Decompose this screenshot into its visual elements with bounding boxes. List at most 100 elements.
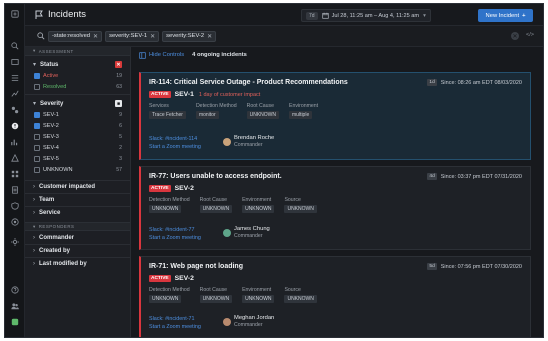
metrics-icon[interactable] <box>10 138 20 146</box>
option-count: 63 <box>116 83 122 90</box>
since-text: Since: 08:26 am EDT 08/03/2020 <box>440 79 522 86</box>
commander-name[interactable]: Meghan Jordan <box>234 315 274 322</box>
incident-card[interactable]: IR-77: Users unable to access endpoint. … <box>139 166 531 250</box>
option-label: SEV-5 <box>43 155 59 162</box>
severity-option-sev3[interactable]: SEV-3 5 <box>33 131 122 142</box>
team-facet[interactable]: › Team <box>25 193 130 206</box>
field: Detection Method UNKNOWN <box>149 287 190 303</box>
commander-role: Commander <box>234 233 263 239</box>
assessment-header[interactable]: ▾ ASSESSMENT <box>25 47 130 56</box>
facet-label: Commander <box>39 234 75 241</box>
commander-facet[interactable]: › Commander <box>25 231 130 244</box>
list-icon[interactable] <box>10 74 20 82</box>
query-chip[interactable]: -state:resolved ✕ <box>48 30 103 42</box>
team-icon[interactable] <box>10 302 20 310</box>
status-option-active[interactable]: Active 19 <box>33 70 122 81</box>
user-avatar-icon[interactable] <box>10 318 20 326</box>
slack-channel-link[interactable]: Slack: #incident-114 <box>149 135 201 143</box>
security-icon[interactable] <box>10 202 20 210</box>
incident-card[interactable]: IR-71: Web page not loading 5d Since: 07:… <box>139 256 531 337</box>
field-value[interactable]: UNKNOWN <box>246 111 279 119</box>
checkbox[interactable] <box>34 83 40 90</box>
new-incident-button[interactable]: New Incident + <box>478 9 533 22</box>
checkbox[interactable] <box>34 72 40 79</box>
incident-fields: Detection Method UNKNOWN Root Cause UNKNOW… <box>149 197 327 213</box>
app-logo-icon[interactable] <box>10 10 20 18</box>
status-facet-title[interactable]: ▾ Status ✕ <box>33 59 122 70</box>
infrastructure-icon[interactable] <box>10 170 20 178</box>
field-value[interactable]: UNKNOWN <box>284 205 317 213</box>
field: Services Trace Fetcher <box>149 103 186 119</box>
avatar <box>223 138 231 146</box>
facet-label: Last modified by <box>39 261 87 267</box>
chip-close-icon[interactable]: ✕ <box>93 33 98 40</box>
severity-option-sev5[interactable]: SEV-5 3 <box>33 153 122 164</box>
settings-icon[interactable] <box>10 238 20 246</box>
field-value[interactable]: multiple <box>289 111 313 119</box>
field-label: Environment <box>242 197 272 203</box>
field-value[interactable]: UNKNOWN <box>284 295 317 303</box>
field-value[interactable]: UNKNOWN <box>199 205 233 213</box>
apm-icon[interactable] <box>10 90 20 98</box>
severity-option-sev4[interactable]: SEV-4 2 <box>33 142 122 153</box>
monitors-icon[interactable] <box>10 154 20 162</box>
chevron-right-icon: › <box>33 184 35 190</box>
field: Detection Method UNKNOWN <box>149 197 190 213</box>
last-modified-by-facet[interactable]: › Last modified by <box>25 257 130 270</box>
help-icon[interactable] <box>10 286 20 294</box>
hide-controls-link[interactable]: Hide Controls <box>139 51 184 59</box>
incident-title[interactable]: IR-114: Critical Service Outage - Produc… <box>149 79 348 86</box>
service-facet[interactable]: › Service <box>25 206 130 219</box>
commander-name[interactable]: Brendan Roche <box>234 135 274 142</box>
logs-icon[interactable] <box>10 186 20 194</box>
chip-close-icon[interactable]: ✕ <box>207 33 212 40</box>
commander: Brendan Roche Commander <box>223 135 274 149</box>
chip-close-icon[interactable]: ✕ <box>150 33 155 40</box>
incidents-icon[interactable] <box>10 122 20 130</box>
incident-title[interactable]: IR-77: Users unable to access endpoint. <box>149 173 282 180</box>
severity-option-sev2[interactable]: SEV-2 6 <box>33 120 122 131</box>
dashboard-icon[interactable] <box>10 58 20 66</box>
field-value[interactable]: UNKNOWN <box>242 205 275 213</box>
incident-title[interactable]: IR-71: Web page not loading <box>149 263 243 270</box>
field-value[interactable]: UNKNOWN <box>149 295 182 303</box>
commander-name[interactable]: James Chung <box>234 226 270 233</box>
severity-option-unknown[interactable]: UNKNOWN 57 <box>33 164 122 175</box>
checkbox[interactable] <box>34 122 40 129</box>
field: Source UNKNOWN <box>284 197 317 213</box>
facet-remove-icon[interactable]: ✕ <box>115 61 122 68</box>
checkbox[interactable] <box>34 111 40 118</box>
checkbox[interactable] <box>34 155 40 162</box>
zoom-meeting-link[interactable]: Start a Zoom meeting <box>149 143 201 151</box>
incident-card[interactable]: IR-114: Critical Service Outage - Produc… <box>139 72 531 160</box>
zoom-meeting-link[interactable]: Start a Zoom meeting <box>149 323 201 331</box>
slack-channel-link[interactable]: Slack: #incident-77 <box>149 226 201 234</box>
customer-impacted-facet[interactable]: › Customer impacted <box>25 180 130 193</box>
field-value[interactable]: UNKNOWN <box>199 295 233 303</box>
integrations-icon[interactable] <box>10 106 20 114</box>
code-view-icon[interactable]: </> <box>526 32 534 38</box>
slack-channel-link[interactable]: Slack: #incident-71 <box>149 315 201 323</box>
checkbox[interactable] <box>34 133 40 140</box>
facet-options-icon[interactable]: ■ <box>115 100 122 107</box>
checkbox[interactable] <box>34 144 40 151</box>
field-value[interactable]: UNKNOWN <box>242 295 275 303</box>
status-option-resolved[interactable]: Resolved 63 <box>33 81 122 92</box>
responders-header[interactable]: ▾ RESPONDERS <box>25 222 130 231</box>
ux-monitoring-icon[interactable] <box>10 218 20 226</box>
search-icon[interactable] <box>10 42 20 50</box>
field-value[interactable]: Trace Fetcher <box>149 111 186 119</box>
checkbox[interactable] <box>34 166 40 173</box>
severity-facet-title[interactable]: ▾ Severity ■ <box>33 98 122 109</box>
severity-option-sev1[interactable]: SEV-1 9 <box>33 109 122 120</box>
field-value[interactable]: UNKNOWN <box>149 205 182 213</box>
date-range-picker[interactable]: 7d Jul 28, 11:25 am – Aug 4, 11:25 am ▾ <box>301 9 431 22</box>
query-chip[interactable]: severity:SEV-1 ✕ <box>105 30 160 42</box>
status-badge: ACTIVE <box>149 185 171 192</box>
field-value[interactable]: monitor <box>195 111 219 119</box>
clear-search-icon[interactable]: ✕ <box>511 32 519 40</box>
search-bar[interactable]: -state:resolved ✕ severity:SEV-1 ✕ severit… <box>25 26 543 47</box>
query-chip[interactable]: severity:SEV-2 ✕ <box>162 30 217 42</box>
created-by-facet[interactable]: › Created by <box>25 244 130 257</box>
zoom-meeting-link[interactable]: Start a Zoom meeting <box>149 234 201 242</box>
